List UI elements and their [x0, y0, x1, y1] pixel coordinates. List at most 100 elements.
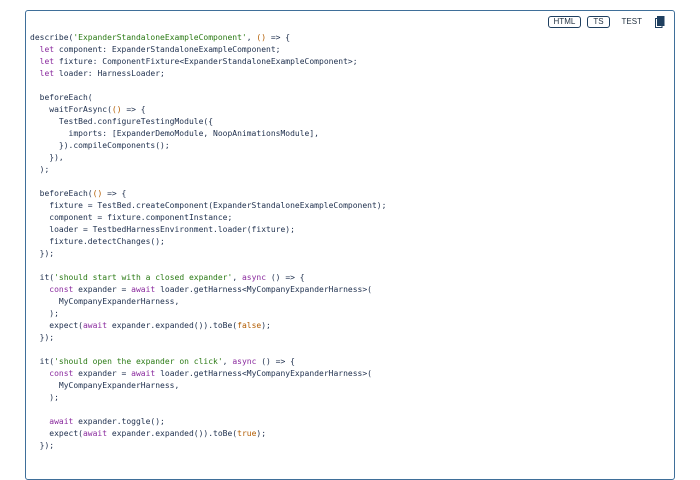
code-token: , — [222, 357, 233, 366]
code-token: () — [256, 33, 267, 42]
code-token: loader.getHarness<MyCompanyExpanderHarne… — [155, 285, 372, 294]
code-token: let — [39, 57, 55, 66]
code-token: MyCompanyExpanderHarness, — [30, 297, 180, 306]
code-token: }); — [30, 249, 55, 258]
code-token: let — [39, 69, 55, 78]
code-tabs-toolbar: HTML TS TEST — [547, 15, 666, 29]
code-token: describe( — [30, 33, 74, 42]
code-line: let loader: HarnessLoader; — [30, 68, 664, 80]
code-token: 'ExpanderStandaloneExampleComponent' — [73, 33, 247, 42]
code-token: loader = TestbedHarnessEnvironment.loade… — [30, 225, 295, 234]
code-token: await — [131, 285, 156, 294]
code-token: MyCompanyExpanderHarness, — [30, 381, 180, 390]
code-token: const — [49, 285, 74, 294]
code-token: await — [131, 369, 156, 378]
code-line: it('should open the expander on click', … — [30, 356, 664, 368]
code-token: TestBed.configureTestingModule({ — [30, 117, 214, 126]
code-token: async — [232, 357, 257, 366]
code-token: , — [246, 33, 257, 42]
code-token: await — [82, 429, 108, 438]
code-token: fixture.detectChanges(); — [30, 237, 165, 246]
code-token: }); — [30, 441, 55, 450]
code-line: }); — [30, 332, 664, 344]
code-token: component = fixture.componentInstance; — [30, 213, 233, 222]
code-token: => { — [102, 189, 127, 198]
code-token: ); — [30, 309, 59, 318]
code-line: ); — [30, 392, 664, 404]
code-token: loader.getHarness<MyCompanyExpanderHarne… — [155, 369, 372, 378]
code-line: component = fixture.componentInstance; — [30, 212, 664, 224]
code-line: ); — [30, 164, 664, 176]
code-line: beforeEach( — [30, 92, 664, 104]
code-token: expander.expanded()).toBe( — [107, 321, 238, 330]
code-token: 'should open the expander on click' — [54, 357, 223, 366]
code-line: waitForAsync(() => { — [30, 104, 664, 116]
code-line: TestBed.configureTestingModule({ — [30, 116, 664, 128]
code-token: () — [92, 189, 103, 198]
tab-test[interactable]: TEST — [615, 16, 648, 28]
code-token: imports: [ExpanderDemoModule, NoopAnimat… — [30, 129, 319, 138]
code-line: await expander.toggle(); — [30, 416, 664, 428]
code-token: it( — [30, 273, 55, 282]
code-block: describe('ExpanderStandaloneExampleCompo… — [30, 32, 664, 452]
code-line: const expander = await loader.getHarness… — [30, 368, 664, 380]
code-token: () => { — [256, 357, 295, 366]
code-line: expect(await expander.expanded()).toBe(f… — [30, 320, 664, 332]
code-line: let component: ExpanderStandaloneExample… — [30, 44, 664, 56]
code-token: expander = — [73, 369, 132, 378]
code-line: const expander = await loader.getHarness… — [30, 284, 664, 296]
code-token: ); — [256, 429, 267, 438]
code-token: true — [237, 429, 257, 438]
code-line: imports: [ExpanderDemoModule, NoopAnimat… — [30, 128, 664, 140]
code-token: loader: HarnessLoader; — [54, 69, 165, 78]
tab-ts[interactable]: TS — [587, 16, 610, 28]
code-example-panel: HTML TS TEST describe('ExpanderStandalon… — [25, 10, 675, 480]
code-line: beforeEach(() => { — [30, 188, 664, 200]
code-token: beforeEach( — [30, 189, 93, 198]
code-token: expander.toggle(); — [73, 417, 165, 426]
code-token: async — [241, 273, 267, 282]
copy-button[interactable] — [654, 15, 666, 29]
code-token: ); — [30, 393, 59, 402]
code-line: loader = TestbedHarnessEnvironment.loade… — [30, 224, 664, 236]
code-line: MyCompanyExpanderHarness, — [30, 380, 664, 392]
code-token: ); — [261, 321, 271, 330]
code-token: => { — [121, 105, 146, 114]
code-token: expander.expanded()).toBe( — [107, 429, 238, 438]
code-line: it('should start with a closed expander'… — [30, 272, 664, 284]
code-token: }).compileComponents(); — [30, 141, 170, 150]
code-line: let fixture: ComponentFixture<ExpanderSt… — [30, 56, 664, 68]
code-token: waitForAsync( — [30, 105, 112, 114]
code-line: MyCompanyExpanderHarness, — [30, 296, 664, 308]
code-token: await — [82, 321, 108, 330]
code-token: expect( — [30, 429, 83, 438]
code-line: }).compileComponents(); — [30, 140, 664, 152]
code-line: }); — [30, 440, 664, 452]
code-token: => { — [266, 33, 291, 42]
code-token: expect( — [30, 321, 83, 330]
tab-html[interactable]: HTML — [547, 16, 582, 28]
code-token: expander = — [73, 285, 132, 294]
code-token: let — [39, 45, 55, 54]
code-line: }), — [30, 152, 664, 164]
code-token: 'should start with a closed expander' — [54, 273, 233, 282]
code-token: await — [49, 417, 74, 426]
code-token: it( — [30, 357, 55, 366]
code-token: () => { — [266, 273, 305, 282]
code-token: component: ExpanderStandaloneExampleComp… — [54, 45, 281, 54]
code-line: describe('ExpanderStandaloneExampleCompo… — [30, 32, 664, 44]
code-token: , — [232, 273, 242, 282]
code-token: }), — [30, 153, 64, 162]
code-token: const — [49, 369, 74, 378]
